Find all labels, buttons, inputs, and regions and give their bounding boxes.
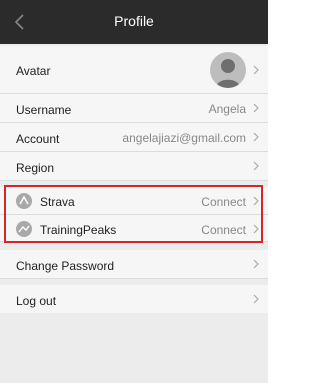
empty-background	[0, 313, 268, 383]
trainingpeaks-label: TrainingPeaks	[40, 223, 117, 237]
username-value: Angela	[208, 102, 246, 116]
account-label: Account	[16, 132, 60, 146]
trainingpeaks-connect[interactable]: Connect	[201, 223, 246, 237]
region-label: Region	[16, 161, 55, 175]
change-password-row[interactable]: Change Password	[0, 250, 268, 279]
chevron-right-icon	[253, 161, 259, 171]
username-label: Username	[16, 103, 72, 117]
chevron-right-icon	[253, 294, 259, 304]
account-value: angelajiazi@gmail.com	[122, 131, 246, 145]
strava-connect[interactable]: Connect	[201, 195, 246, 209]
username-row[interactable]: Username Angela	[0, 94, 268, 123]
avatar-label: Avatar	[16, 64, 51, 78]
log-out-label: Log out	[16, 294, 57, 308]
trainingpeaks-icon	[16, 221, 32, 237]
account-row[interactable]: Account angelajiazi@gmail.com	[0, 123, 268, 152]
strava-row[interactable]: Strava Connect	[0, 187, 268, 215]
avatar-row[interactable]: Avatar	[0, 46, 268, 94]
chevron-right-icon	[253, 132, 259, 142]
navigation-bar: Profile	[0, 0, 268, 44]
chevron-right-icon	[253, 224, 259, 234]
page-title: Profile	[114, 13, 154, 29]
strava-label: Strava	[40, 195, 75, 209]
chevron-right-icon	[253, 196, 259, 206]
strava-icon	[16, 193, 32, 209]
log-out-row[interactable]: Log out	[0, 285, 268, 314]
chevron-right-icon	[253, 65, 259, 75]
chevron-right-icon	[253, 103, 259, 113]
region-row[interactable]: Region	[0, 152, 268, 181]
change-password-label: Change Password	[16, 259, 115, 273]
trainingpeaks-row[interactable]: TrainingPeaks Connect	[0, 215, 268, 242]
chevron-right-icon	[253, 259, 259, 269]
profile-screen: Profile Avatar Username Angela Account a…	[0, 0, 268, 383]
user-silhouette-icon	[216, 59, 240, 88]
avatar[interactable]	[210, 52, 246, 88]
